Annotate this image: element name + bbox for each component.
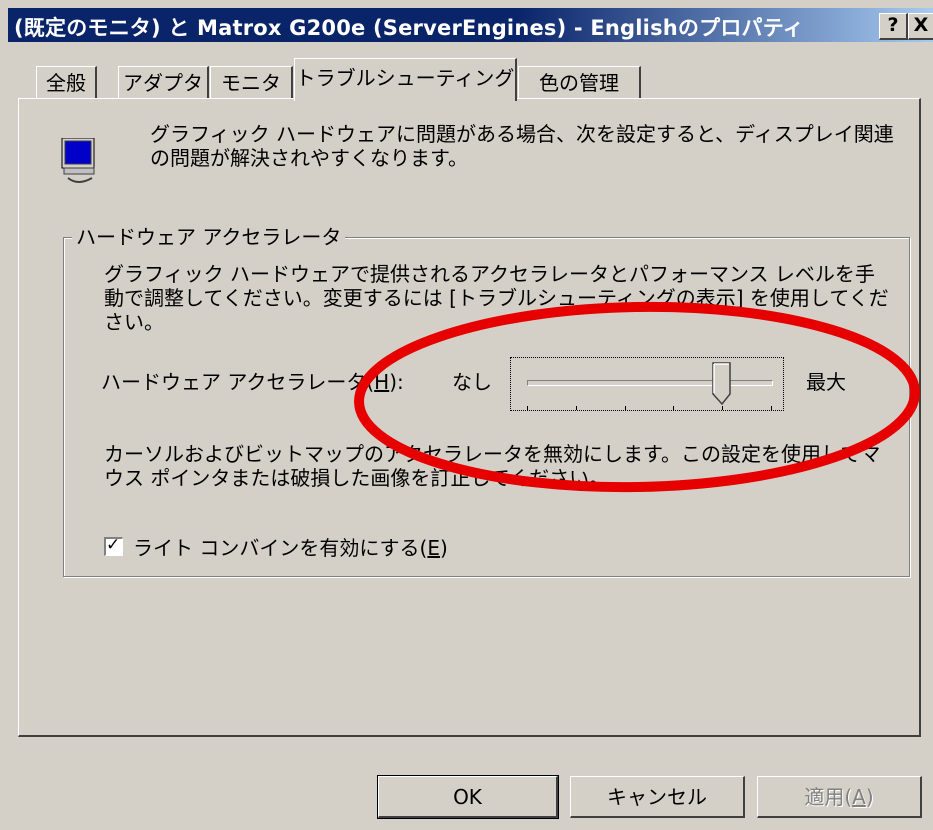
- tab-monitor[interactable]: モニタ: [210, 66, 293, 99]
- group-title: ハードウェア アクセラレータ: [72, 225, 346, 249]
- apply-button[interactable]: 適用(A): [757, 776, 922, 818]
- close-button[interactable]: X: [908, 13, 933, 40]
- slider-thumb[interactable]: [712, 362, 732, 406]
- monitor-icon: [61, 138, 95, 183]
- slider-tick: [527, 406, 528, 410]
- properties-dialog: (既定のモニタ) と Matrox G200e (ServerEngines) …: [0, 0, 933, 830]
- window-title: (既定のモニタ) と Matrox G200e (ServerEngines) …: [14, 16, 804, 40]
- tab-general[interactable]: 全般: [36, 66, 97, 99]
- slider-max-label: 最大: [806, 370, 846, 394]
- write-combining-option[interactable]: ✓ ライト コンバインを有効にする(E): [104, 532, 448, 561]
- title-bar[interactable]: (既定のモニタ) と Matrox G200e (ServerEngines) …: [8, 8, 933, 42]
- slider-tick: [722, 406, 724, 410]
- acceleration-slider[interactable]: [510, 357, 784, 411]
- checkmark-icon: ✓: [106, 535, 121, 555]
- slider-track: [527, 380, 773, 386]
- tab-adapter[interactable]: アダプタ: [118, 66, 209, 99]
- group-description: グラフィック ハードウェアで提供されるアクセラレータとパフォーマンス レベルを手…: [104, 262, 889, 334]
- acceleration-label: ハードウェア アクセラレータ(H):: [101, 370, 404, 394]
- intro-text: グラフィック ハードウェアに問題がある場合、次を設定すると、ディスプレイ関連の問…: [150, 122, 894, 170]
- slider-tick: [771, 406, 772, 410]
- cancel-button[interactable]: キャンセル: [570, 776, 745, 818]
- slider-tick: [575, 406, 577, 410]
- slider-min-label: なし: [452, 370, 492, 394]
- write-combining-label: ライト コンバインを有効にする(E): [133, 536, 448, 560]
- acceleration-status-text: カーソルおよびビットマップのアクセラレータを無効にします。この設定を使用してマウ…: [104, 442, 881, 490]
- write-combining-checkbox[interactable]: ✓: [104, 535, 123, 556]
- tab-troubleshooting[interactable]: トラブルシューティング: [294, 58, 517, 101]
- ok-button[interactable]: OK: [377, 775, 559, 819]
- slider-tick: [673, 406, 675, 410]
- tab-color-management[interactable]: 色の管理: [518, 66, 641, 99]
- slider-tick: [624, 406, 626, 410]
- help-button[interactable]: ?: [879, 13, 908, 40]
